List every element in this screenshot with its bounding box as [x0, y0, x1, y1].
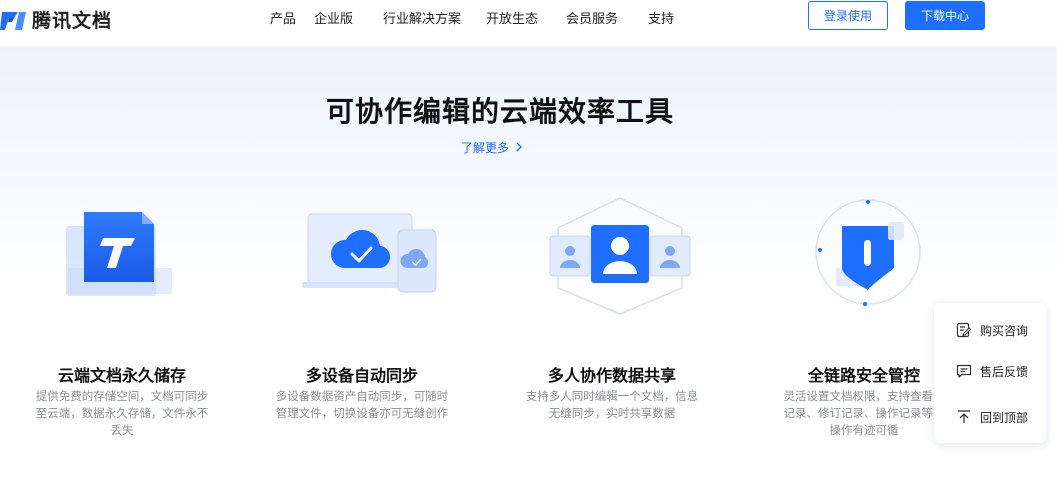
- feature-title: 多设备自动同步: [305, 366, 418, 385]
- cloud-sync-icon: [302, 213, 437, 293]
- nav-item-solutions[interactable]: 行业解决方案: [383, 8, 461, 27]
- feature-title: 多人协作数据共享: [547, 366, 676, 385]
- download-center-button[interactable]: 下载中心: [905, 1, 985, 30]
- feature-description: 提供免费的存储空间，文档可同步 至云端，数据永久存储，文件永不 丢失: [2, 388, 242, 439]
- login-button[interactable]: 登录使用: [808, 1, 888, 30]
- feature-desc-line: 无缝同步，实时共享数据: [548, 406, 676, 420]
- after-sales-feedback-button[interactable]: 售后反馈: [934, 356, 1046, 386]
- tencent-docs-logo-icon: [0, 11, 26, 30]
- feature-desc-line: 支持多人同时编辑一个文档，信息: [525, 389, 699, 403]
- feature-desc-line: 至云端，数据永久存储，文件永不: [35, 406, 209, 420]
- feature-desc-line: 丢失: [110, 423, 134, 437]
- feature-desc-line: 提供免费的存储空间，文档可同步: [35, 389, 209, 403]
- logo[interactable]: 腾讯文档: [0, 6, 112, 33]
- floating-service-panel: 购买咨询 售后反馈 回到顶部: [934, 303, 1046, 443]
- purchase-consult-label: 购买咨询: [980, 323, 1029, 338]
- learn-more-label: 了解更多: [461, 141, 510, 155]
- chat-icon: [956, 364, 972, 378]
- nav-item-membership[interactable]: 会员服务: [566, 8, 618, 27]
- feature-desc-line: 多设备数据资产自动同步，可随时: [275, 389, 449, 403]
- nav-item-enterprise[interactable]: 企业版: [314, 8, 353, 27]
- logo-text: 腾讯文档: [32, 10, 113, 32]
- nav-item-support[interactable]: 支持: [648, 8, 674, 27]
- security-shield-icon: [815, 199, 921, 306]
- top-header: 腾讯文档 产品 企业版 行业解决方案 开放生态 会员服务 支持 登录使用 下载中…: [0, 0, 1057, 46]
- document-upload-icon: [66, 212, 172, 296]
- feature-description: 支持多人同时编辑一个文档，信息 无缝同步，实时共享数据: [492, 388, 732, 422]
- arrow-top-icon: [958, 410, 970, 423]
- chevron-right-icon: [515, 141, 523, 155]
- nav-item-ecosystem[interactable]: 开放生态: [486, 8, 538, 27]
- feature-title: 云端文档永久储存: [57, 366, 186, 385]
- learn-more-link[interactable]: 了解更多: [461, 139, 523, 156]
- feature-description: 多设备数据资产自动同步，可随时 管理文件，切换设备亦可无缝创作: [242, 388, 482, 422]
- collaboration-icon: [549, 197, 691, 315]
- back-to-top-label: 回到顶部: [980, 410, 1029, 425]
- back-to-top-button[interactable]: 回到顶部: [934, 402, 1046, 432]
- feature-desc-line: 管理文件，切换设备亦可无缝创作: [275, 406, 449, 420]
- edit-note-icon: [956, 322, 972, 338]
- after-sales-feedback-label: 售后反馈: [980, 364, 1029, 379]
- purchase-consult-button[interactable]: 购买咨询: [934, 315, 1046, 345]
- nav-item-product[interactable]: 产品: [270, 8, 296, 27]
- hero-title: 可协作编辑的云端效率工具: [325, 95, 674, 128]
